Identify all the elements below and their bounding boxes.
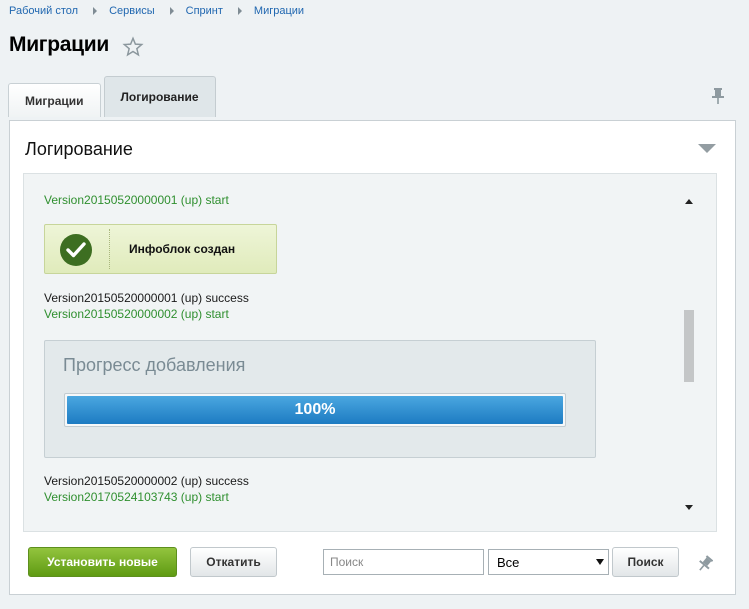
log-line: Version20150520000002 (up) success: [44, 474, 249, 488]
search-button[interactable]: Поиск: [612, 547, 679, 577]
log-area[interactable]: Version20150520000001 (up) start Инфобло…: [23, 173, 717, 532]
breadcrumb-separator-icon: [169, 7, 174, 15]
breadcrumb-migrations[interactable]: Миграции: [254, 5, 304, 17]
notification-divider: [109, 229, 110, 269]
breadcrumb-sprint[interactable]: Спринт: [186, 5, 223, 17]
scroll-up-icon[interactable]: [685, 199, 693, 204]
scroll-thumb[interactable]: [684, 310, 694, 382]
breadcrumb-services[interactable]: Сервисы: [109, 5, 155, 17]
breadcrumb-separator-icon: [237, 7, 242, 15]
progress-box: Прогресс добавления 100%: [44, 340, 596, 458]
tab-migrations[interactable]: Миграции: [8, 83, 101, 117]
pin-icon[interactable]: [697, 555, 713, 573]
notification-text: Инфоблок создан: [129, 242, 236, 256]
collapse-arrow-icon[interactable]: [698, 144, 716, 153]
progress-fill: 100%: [67, 396, 563, 424]
panel-title: Логирование: [25, 139, 133, 159]
check-icon: [60, 234, 92, 266]
rollback-button[interactable]: Откатить: [190, 547, 277, 577]
filter-select-value: Все: [497, 554, 520, 570]
search-input[interactable]: [323, 549, 484, 575]
breadcrumb-separator-icon: [93, 7, 98, 15]
tab-logging[interactable]: Логирование: [103, 76, 216, 117]
scroll-down-icon[interactable]: [685, 505, 693, 510]
tab-bar: Миграции Логирование: [8, 76, 219, 117]
log-scrollbar[interactable]: [682, 194, 696, 512]
logging-panel: Логирование Version20150520000001 (up) s…: [9, 120, 736, 595]
log-line: Version20150520000002 (up) start: [44, 307, 229, 321]
notification-success: Инфоблок создан: [44, 224, 277, 274]
page-title: Миграции: [9, 33, 109, 56]
star-icon[interactable]: [122, 36, 144, 58]
pin-icon[interactable]: [710, 87, 726, 105]
log-line: Version20150520000001 (up) success: [44, 291, 249, 305]
filter-select[interactable]: Все: [488, 549, 609, 575]
log-line: Version20170524103743 (up) start: [44, 490, 229, 504]
log-line: Version20150520000001 (up) start: [44, 193, 229, 207]
breadcrumb-desktop[interactable]: Рабочий стол: [9, 5, 78, 17]
select-caret-icon: [596, 559, 604, 565]
breadcrumb: Рабочий стол Сервисы Спринт Миграции: [9, 4, 304, 18]
progress-title: Прогресс добавления: [63, 355, 246, 375]
install-new-button[interactable]: Установить новые: [28, 547, 177, 577]
progress-label: 100%: [294, 401, 336, 418]
progress-bar: 100%: [64, 393, 566, 427]
